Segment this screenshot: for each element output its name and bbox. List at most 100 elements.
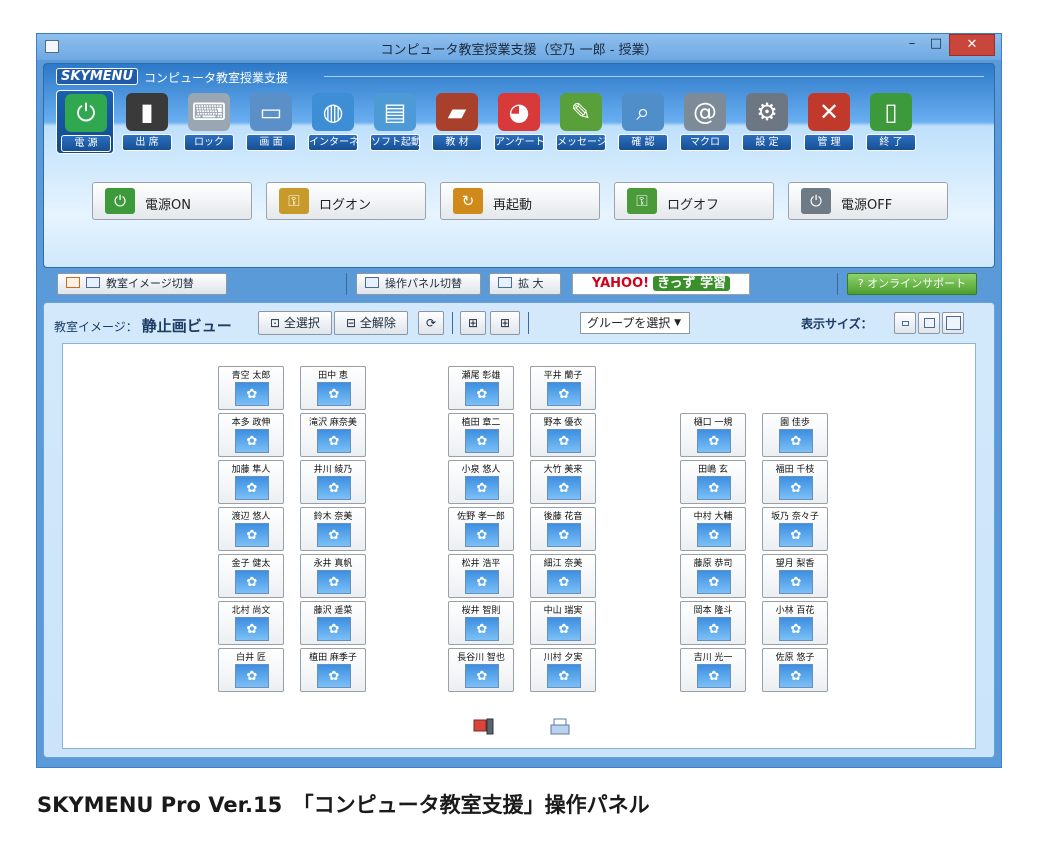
student-pc-tile[interactable]: 植田 麻季子 ✿ <box>300 648 366 692</box>
student-pc-tile[interactable]: 渡辺 悠人 ✿ <box>218 507 284 551</box>
group-select-dropdown[interactable]: グループを選択 ▼ <box>580 312 690 334</box>
student-pc-tile[interactable]: 坂乃 奈々子 ✿ <box>762 507 828 551</box>
flower-icon: ✿ <box>476 574 488 590</box>
yahoo-kids-banner[interactable]: YAHOO! きっず 学習 <box>572 273 750 295</box>
group-layout-button[interactable]: ⊞ <box>460 311 486 335</box>
action-label: 電源ON <box>145 198 191 213</box>
refresh-button[interactable]: ⟳ <box>418 311 444 335</box>
student-pc-tile[interactable]: 野本 優衣 ✿ <box>530 413 596 457</box>
flower-icon: ✿ <box>558 668 570 684</box>
size-medium-button[interactable] <box>918 312 940 334</box>
power-on-icon: ⏻ <box>105 188 135 214</box>
student-pc-tile[interactable]: 佐原 悠子 ✿ <box>762 648 828 692</box>
toolbar-button-2[interactable]: ▮ 出 席 <box>118 90 176 154</box>
student-pc-tile[interactable]: 大竹 美来 ✿ <box>530 460 596 504</box>
kids-logo: きっず 学習 <box>653 276 731 291</box>
student-pc-tile[interactable]: 中村 大輔 ✿ <box>680 507 746 551</box>
student-pc-tile[interactable]: 金子 健太 ✿ <box>218 554 284 598</box>
toolbar-button-5[interactable]: ◍ インターネット <box>304 90 362 154</box>
action-button-4[interactable]: ⚿ ログオフ <box>614 182 774 220</box>
maximize-button[interactable]: □ <box>925 34 947 56</box>
student-pc-tile[interactable]: 滝沢 麻奈美 ✿ <box>300 413 366 457</box>
student-pc-tile[interactable]: 望月 梨香 ✿ <box>762 554 828 598</box>
action-button-3[interactable]: ↻ 再起動 <box>440 182 600 220</box>
student-pc-tile[interactable]: 田中 恵 ✿ <box>300 366 366 410</box>
action-button-1[interactable]: ⏻ 電源ON <box>92 182 252 220</box>
select-all-button[interactable]: ⊡ 全選択 <box>258 311 332 335</box>
zoom-button[interactable]: 拡 大 <box>489 273 561 295</box>
screen-thumbnail-icon: ✿ <box>547 476 581 500</box>
toolbar-label: 出 席 <box>122 134 172 151</box>
student-pc-tile[interactable]: 小泉 悠人 ✿ <box>448 460 514 504</box>
toolbar-button-1[interactable]: ⏻ 電 源 <box>56 90 114 154</box>
student-pc-tile[interactable]: 園 佳歩 ✿ <box>762 413 828 457</box>
pair-layout-icon: ⊞ <box>499 316 511 330</box>
switch-classroom-image-button[interactable]: 教室イメージ切替 <box>57 273 227 295</box>
app-window: コンピュータ教室授業支援（空乃 一郎 - 授業） – □ ✕ SKYMENU コ… <box>36 33 1002 768</box>
deselect-all-button[interactable]: ⊟ 全解除 <box>334 311 408 335</box>
student-name: 後藤 花音 <box>543 512 583 522</box>
student-pc-tile[interactable]: 加藤 隼人 ✿ <box>218 460 284 504</box>
student-pc-tile[interactable]: 井川 綾乃 ✿ <box>300 460 366 504</box>
student-pc-tile[interactable]: 瀬尾 彰雄 ✿ <box>448 366 514 410</box>
action-button-2[interactable]: ⚿ ログオン <box>266 182 426 220</box>
flower-icon: ✿ <box>246 621 258 637</box>
student-pc-tile[interactable]: 田嶋 玄 ✿ <box>680 460 746 504</box>
action-button-5[interactable]: ⏻ 電源OFF <box>788 182 948 220</box>
student-pc-tile[interactable]: 藤沢 遥菜 ✿ <box>300 601 366 645</box>
online-support-button[interactable]: ? オンラインサポート <box>847 273 977 295</box>
toolbar-button-11[interactable]: @ マクロ <box>676 90 734 154</box>
toolbar-button-9[interactable]: ✎ メッセージ <box>552 90 610 154</box>
student-pc-tile[interactable]: 藤原 恭司 ✿ <box>680 554 746 598</box>
student-pc-tile[interactable]: 長谷川 智也 ✿ <box>448 648 514 692</box>
flower-icon: ✿ <box>246 527 258 543</box>
student-pc-tile[interactable]: 岡本 隆斗 ✿ <box>680 601 746 645</box>
student-pc-tile[interactable]: 川村 夕実 ✿ <box>530 648 596 692</box>
printer-icon[interactable] <box>549 718 571 736</box>
size-large-button[interactable] <box>942 312 964 334</box>
student-name: 田嶋 玄 <box>698 465 728 475</box>
student-pc-tile[interactable]: 永井 真帆 ✿ <box>300 554 366 598</box>
student-pc-tile[interactable]: 青空 太郎 ✿ <box>218 366 284 410</box>
student-pc-tile[interactable]: 中山 瑞実 ✿ <box>530 601 596 645</box>
pair-layout-button[interactable]: ⊞ <box>490 311 520 335</box>
minimize-button[interactable]: – <box>901 34 923 56</box>
student-pc-tile[interactable]: 白井 匠 ✿ <box>218 648 284 692</box>
screen-thumbnail-icon: ✿ <box>317 429 351 453</box>
close-button[interactable]: ✕ <box>949 34 995 56</box>
toolbar-button-13[interactable]: ✕ 管 理 <box>800 90 858 154</box>
toolbar-button-14[interactable]: ▯ 終 了 <box>862 90 920 154</box>
student-pc-tile[interactable]: 佐野 孝一郎 ✿ <box>448 507 514 551</box>
student-pc-tile[interactable]: 本多 政伸 ✿ <box>218 413 284 457</box>
student-pc-tile[interactable]: 細江 奈美 ✿ <box>530 554 596 598</box>
student-pc-tile[interactable]: 小林 百花 ✿ <box>762 601 828 645</box>
toolbar-button-10[interactable]: ⌕ 確 認 <box>614 90 672 154</box>
chevron-down-icon: ▼ <box>674 318 681 328</box>
student-pc-tile[interactable]: 福田 千枝 ✿ <box>762 460 828 504</box>
flower-icon: ✿ <box>790 668 802 684</box>
student-pc-tile[interactable]: 樋口 一規 ✿ <box>680 413 746 457</box>
student-pc-tile[interactable]: 平井 蘭子 ✿ <box>530 366 596 410</box>
student-pc-tile[interactable]: 植田 章二 ✿ <box>448 413 514 457</box>
student-pc-tile[interactable]: 後藤 花音 ✿ <box>530 507 596 551</box>
toolbar-button-8[interactable]: ◕ アンケート <box>490 90 548 154</box>
student-pc-tile[interactable]: 北村 尚文 ✿ <box>218 601 284 645</box>
size-small-button[interactable] <box>894 312 916 334</box>
toolbar-button-3[interactable]: ⌨ ロック <box>180 90 238 154</box>
flower-icon: ✿ <box>476 433 488 449</box>
student-name: 渡辺 悠人 <box>231 512 271 522</box>
student-pc-tile[interactable]: 松井 浩平 ✿ <box>448 554 514 598</box>
teacher-pc-icon[interactable] <box>473 718 495 736</box>
size-small-icon <box>902 321 909 326</box>
select-icon: ⊡ <box>270 316 284 330</box>
student-pc-tile[interactable]: 桜井 智則 ✿ <box>448 601 514 645</box>
toolbar-button-7[interactable]: ▰ 教 材 <box>428 90 486 154</box>
student-pc-tile[interactable]: 吉川 光一 ✿ <box>680 648 746 692</box>
header-divider <box>324 76 984 77</box>
student-pc-tile[interactable]: 鈴木 奈美 ✿ <box>300 507 366 551</box>
toolbar-button-12[interactable]: ⚙ 設 定 <box>738 90 796 154</box>
toolbar-button-6[interactable]: ▤ ソフト起動 <box>366 90 424 154</box>
switch-panel-button[interactable]: 操作パネル切替 <box>356 273 481 295</box>
student-name: 田中 恵 <box>318 371 348 381</box>
toolbar-button-4[interactable]: ▭ 画 面 <box>242 90 300 154</box>
